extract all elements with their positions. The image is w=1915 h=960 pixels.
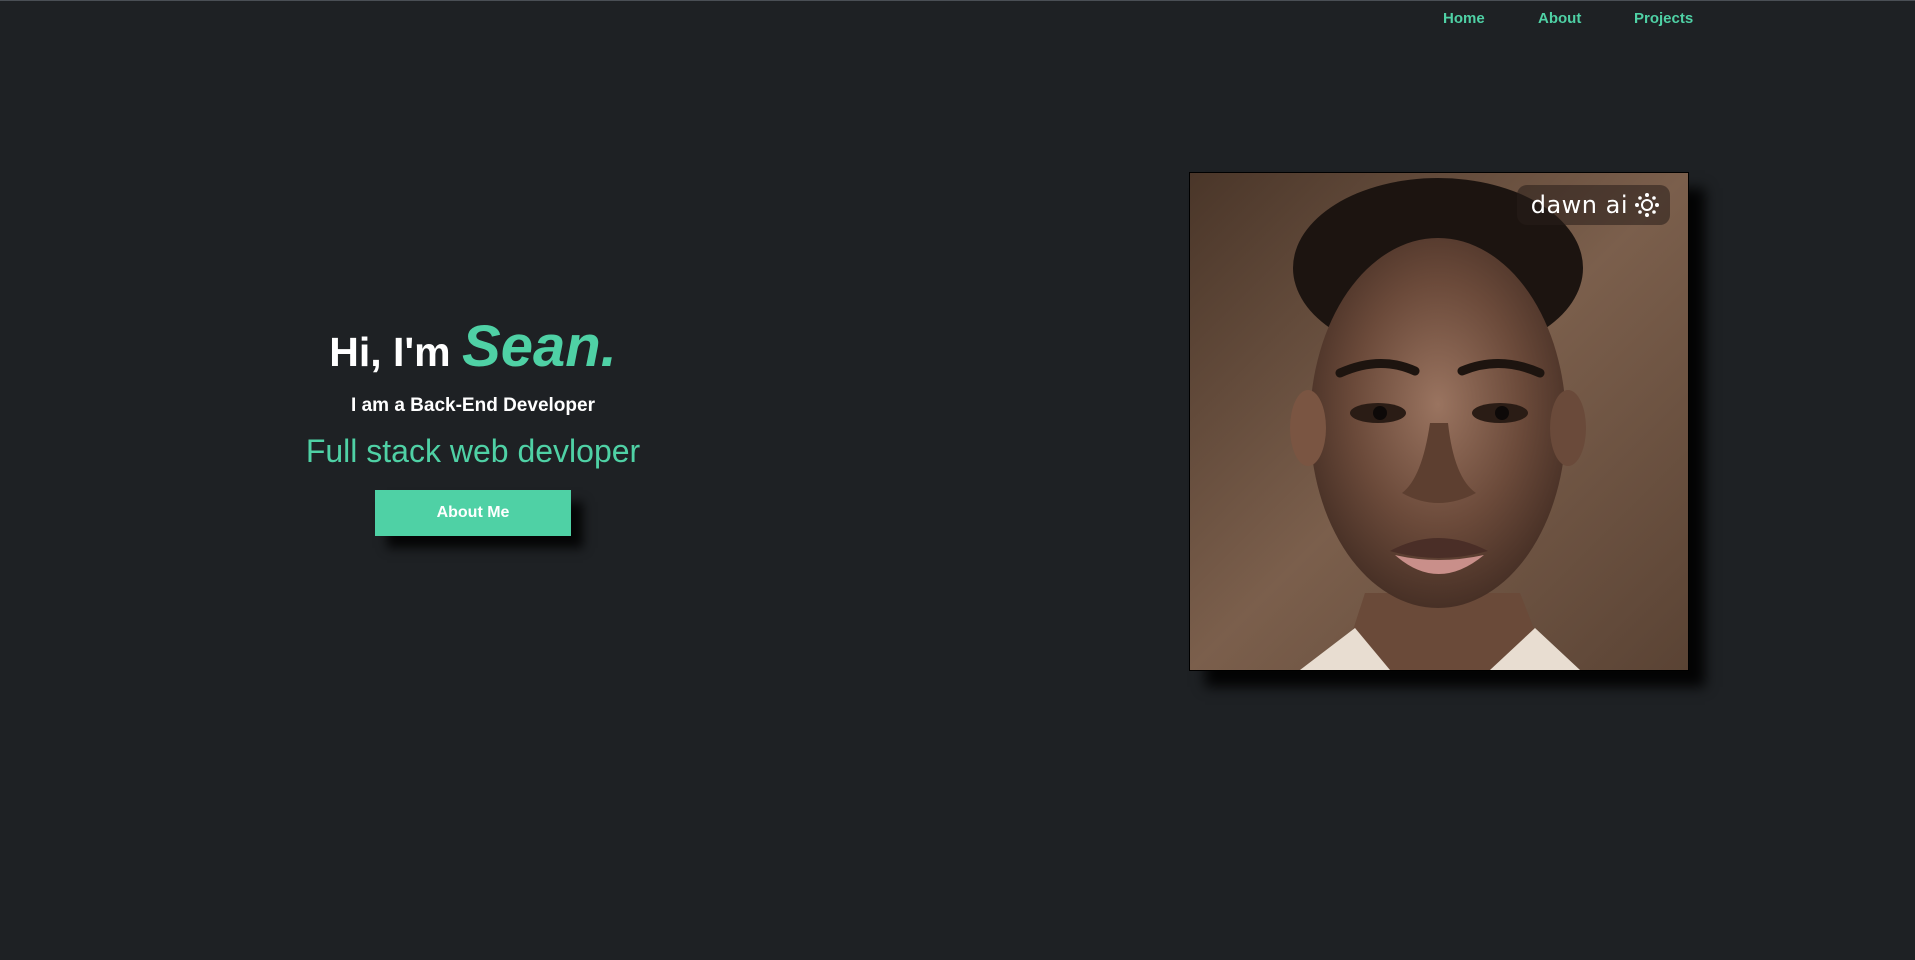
profile-portrait: dawn ai <box>1189 172 1689 671</box>
nav-link-projects[interactable]: Projects <box>1634 10 1693 27</box>
top-border <box>0 0 1915 1</box>
greeting-text: Hi, I'm <box>329 329 451 375</box>
hero-name: Sean. <box>462 314 617 379</box>
watermark-text: dawn ai <box>1530 191 1628 219</box>
hero-tagline: Full stack web devloper <box>305 433 641 469</box>
nav-link-home[interactable]: Home <box>1443 10 1485 27</box>
hero-role: I am a Back-End Developer <box>351 395 595 416</box>
about-me-button[interactable]: About Me <box>375 490 571 536</box>
portrait-image <box>1190 173 1688 670</box>
hero-greeting: Hi, I'm Sean. <box>268 312 678 387</box>
dawn-ai-watermark: dawn ai <box>1516 185 1670 225</box>
hero-section: Hi, I'm Sean. I am a Back-End Developer … <box>268 312 678 536</box>
nav-link-about[interactable]: About <box>1538 10 1581 27</box>
sparkle-icon <box>1635 193 1659 217</box>
